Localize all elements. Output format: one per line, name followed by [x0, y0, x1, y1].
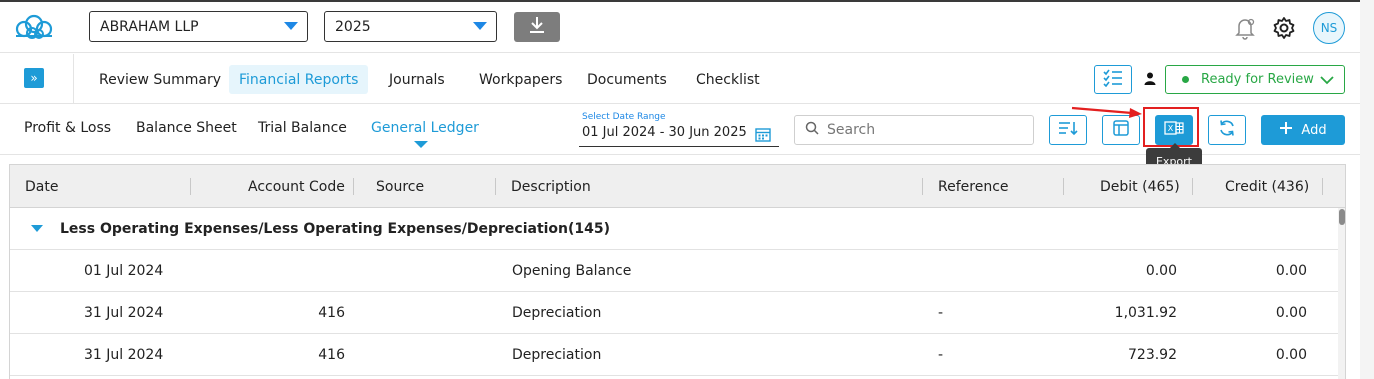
cell-description: Depreciation — [512, 347, 602, 363]
gear-icon[interactable] — [1272, 16, 1296, 44]
column-separator[interactable] — [1063, 178, 1064, 195]
column-header-credit[interactable]: Credit (436) — [1225, 179, 1309, 195]
column-header-date[interactable]: Date — [25, 179, 58, 195]
cell-account-code: 416 — [318, 347, 345, 363]
add-button[interactable]: Add — [1261, 115, 1345, 145]
cell-debit: 0.00 — [1145, 263, 1177, 279]
general-ledger-table: Date Account Code Source Description Ref… — [9, 164, 1346, 379]
column-header-description[interactable]: Description — [511, 179, 591, 195]
cell-description: Depreciation — [512, 305, 602, 321]
client-select[interactable]: ABRAHAM LLP — [89, 11, 308, 42]
column-separator[interactable] — [1322, 178, 1323, 195]
nav-divider — [73, 54, 74, 104]
cell-credit: 0.00 — [1275, 305, 1307, 321]
table-header: Date Account Code Source Description Ref… — [10, 165, 1345, 208]
tab-workpapers[interactable]: Workpapers — [469, 65, 572, 94]
client-select-value: ABRAHAM LLP — [100, 18, 199, 35]
cell-credit: 0.00 — [1275, 347, 1307, 363]
cell-date: 01 Jul 2024 — [84, 263, 164, 279]
cell-reference: - — [938, 305, 944, 321]
column-separator[interactable] — [190, 178, 191, 195]
cell-description: Opening Balance — [512, 263, 632, 279]
active-subtab-indicator — [414, 141, 428, 148]
expand-sidebar-button[interactable]: » — [24, 68, 44, 88]
column-header-debit[interactable]: Debit (465) — [1100, 179, 1180, 195]
download-button[interactable] — [514, 12, 560, 42]
date-range-label: Select Date Range — [582, 112, 666, 122]
chevron-down-icon — [473, 22, 487, 30]
add-label: Add — [1301, 122, 1327, 138]
table-row[interactable]: 31 Jul 2024 416 Depreciation - 723.92 0.… — [10, 334, 1338, 376]
subtab-trial-balance[interactable]: Trial Balance — [258, 120, 347, 136]
table-row[interactable]: 01 Jul 2024 Opening Balance 0.00 0.00 — [10, 250, 1338, 292]
chevron-down-icon — [284, 22, 298, 30]
subtab-balance-sheet[interactable]: Balance Sheet — [136, 120, 237, 136]
table-scrollbar-thumb[interactable] — [1339, 209, 1345, 225]
chevron-down-icon — [1320, 74, 1334, 89]
annotation-arrow — [1071, 106, 1142, 118]
cell-debit: 723.92 — [1128, 347, 1177, 363]
checklist-icon — [1103, 69, 1123, 91]
cell-account-code: 416 — [318, 305, 345, 321]
review-status-dropdown[interactable]: Ready for Review — [1165, 65, 1345, 94]
subtab-profit-loss[interactable]: Profit & Loss — [24, 120, 111, 136]
cell-debit: 1,031.92 — [1114, 305, 1177, 321]
cell-date: 31 Jul 2024 — [84, 305, 164, 321]
table-scrollbar[interactable] — [1338, 208, 1345, 379]
search-icon — [805, 121, 819, 139]
subtab-general-ledger[interactable]: General Ledger — [371, 120, 479, 136]
cell-reference: - — [938, 347, 944, 363]
status-dot — [1182, 76, 1189, 83]
group-title: Less Operating Expenses/Less Operating E… — [60, 221, 569, 237]
search-input[interactable] — [827, 122, 1017, 138]
tab-journals[interactable]: Journals — [379, 65, 455, 94]
year-select-value: 2025 — [335, 18, 371, 35]
refresh-icon — [1218, 119, 1236, 141]
column-separator[interactable] — [495, 178, 496, 195]
column-header-reference[interactable]: Reference — [938, 179, 1009, 195]
nav-bar: » Review Summary Financial Reports Journ… — [0, 54, 1360, 104]
user-icon[interactable] — [1144, 72, 1156, 89]
expand-icon: » — [30, 71, 38, 85]
status-label: Ready for Review — [1201, 72, 1314, 87]
column-separator[interactable] — [353, 178, 354, 195]
cloud-logo-icon[interactable] — [12, 14, 56, 44]
cell-date: 31 Jul 2024 — [84, 347, 164, 363]
group-row[interactable]: Less Operating Expenses/Less Operating E… — [10, 208, 1338, 250]
group-label: Less Operating Expenses/Less Operating E… — [60, 221, 610, 237]
tab-checklist[interactable]: Checklist — [686, 65, 770, 94]
cell-credit: 0.00 — [1275, 263, 1307, 279]
checklist-button[interactable] — [1094, 65, 1132, 94]
plus-icon — [1279, 121, 1293, 139]
search-box — [794, 115, 1034, 145]
bell-icon[interactable] — [1234, 16, 1256, 44]
export-highlight-box — [1143, 107, 1199, 147]
column-header-source[interactable]: Source — [376, 179, 424, 195]
column-separator[interactable] — [1192, 178, 1193, 195]
column-separator[interactable] — [922, 178, 923, 195]
download-icon — [529, 16, 545, 38]
refresh-button[interactable] — [1208, 115, 1246, 145]
avatar[interactable]: NS — [1313, 12, 1345, 44]
collapse-caret-icon[interactable] — [31, 225, 43, 232]
tab-financial-reports[interactable]: Financial Reports — [229, 65, 369, 94]
table-row[interactable]: 31 Jul 2024 416 Depreciation - 1,031.92 … — [10, 292, 1338, 334]
page-scrollbar[interactable] — [1360, 0, 1374, 379]
tab-documents[interactable]: Documents — [577, 65, 677, 94]
calendar-icon[interactable] — [755, 127, 771, 146]
column-header-account-code[interactable]: Account Code — [248, 179, 345, 195]
date-range-underline — [579, 146, 779, 147]
date-range-input[interactable]: 01 Jul 2024 - 30 Jun 2025 — [582, 125, 747, 140]
group-count: (145) — [568, 221, 611, 237]
year-select[interactable]: 2025 — [324, 11, 497, 42]
tab-review-summary[interactable]: Review Summary — [89, 65, 231, 94]
app-header: ABRAHAM LLP 2025 NS — [0, 2, 1360, 53]
